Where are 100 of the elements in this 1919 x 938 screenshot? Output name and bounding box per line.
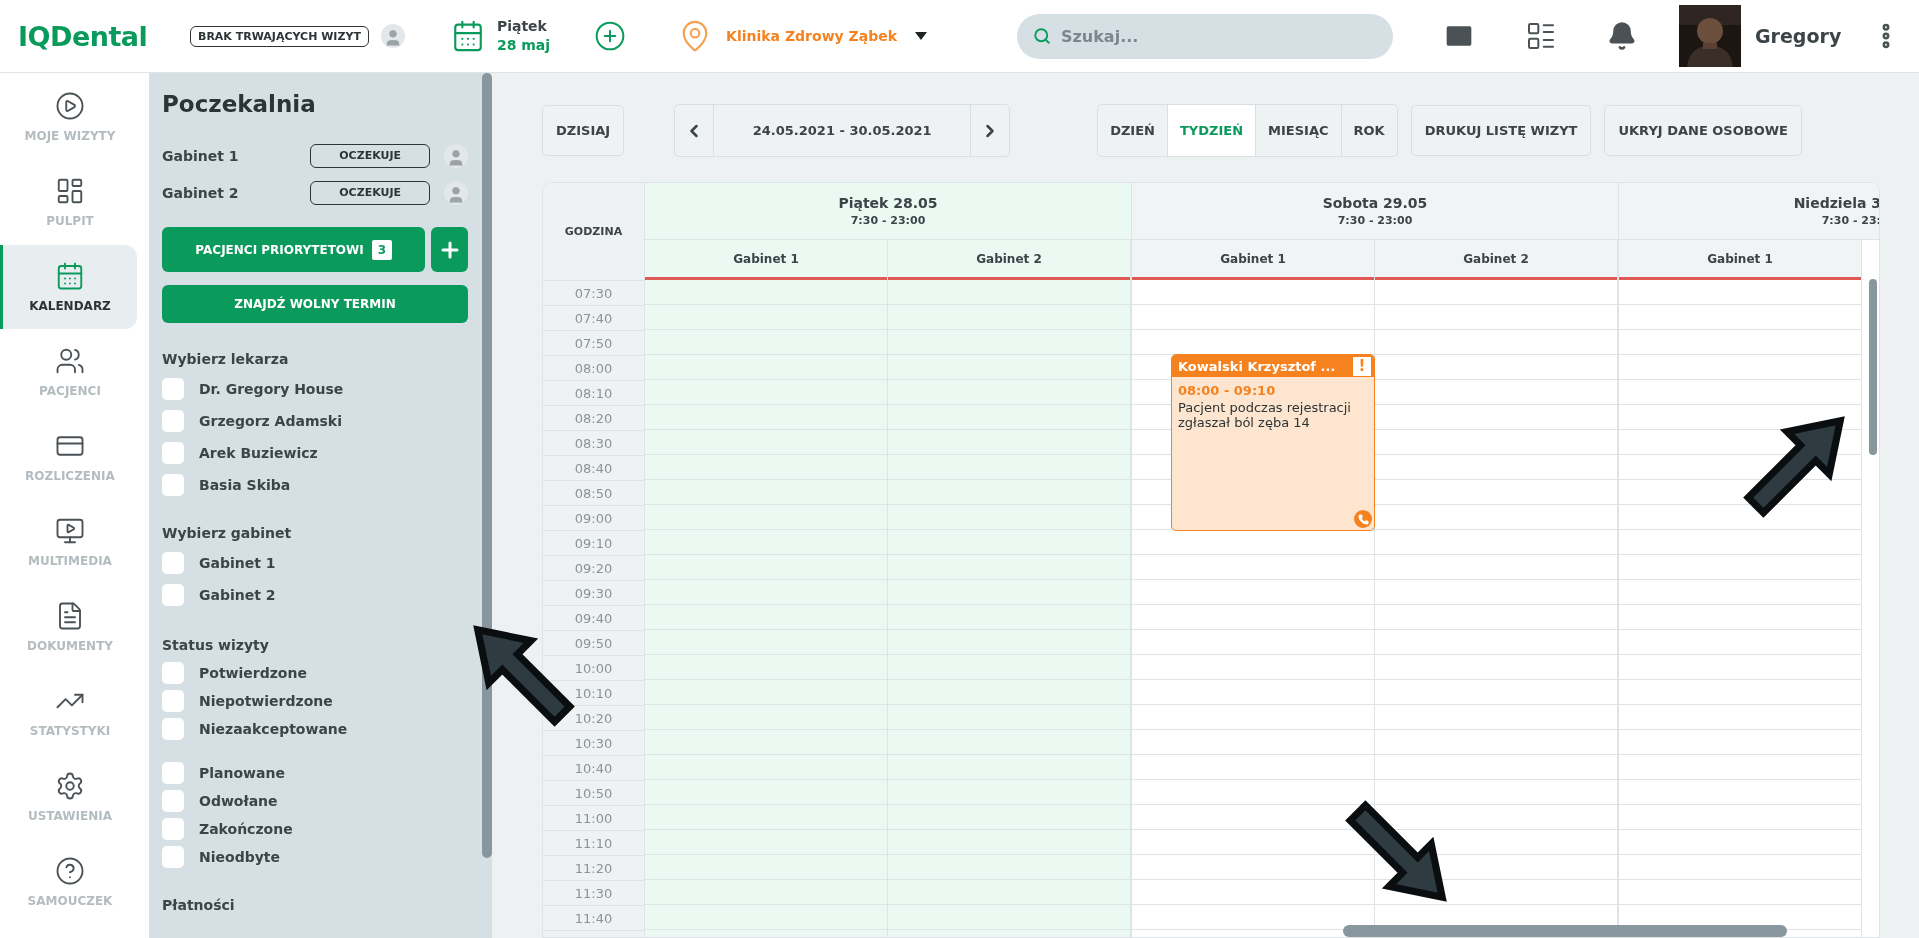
nav-item[interactable]: ROZLICZENIA: [0, 415, 137, 499]
day-hours: 7:30 - 23:: [1821, 214, 1879, 227]
checkbox[interactable]: [162, 718, 184, 740]
time-label: 09:10: [543, 531, 644, 556]
time-label: 11:00: [543, 806, 644, 831]
checkbox[interactable]: [162, 552, 184, 574]
help-icon: [55, 856, 85, 886]
checkbox-label: Nieodbyte: [199, 849, 280, 865]
time-label: 07:40: [543, 306, 644, 331]
checkbox-label: Planowane: [199, 765, 285, 781]
logo: IQDental: [18, 20, 149, 52]
scrollbar-thumb[interactable]: [1343, 925, 1787, 937]
nav-item[interactable]: SAMOUCZEK: [0, 840, 137, 924]
checkbox[interactable]: [162, 410, 184, 432]
appointment-note: Pacjent podczas rejestracji zgłaszał ból zęba 14: [1178, 400, 1352, 430]
scrollbar-thumb[interactable]: [482, 73, 492, 858]
find-slot-button[interactable]: ZNAJDŹ WOLNY TERMIN: [162, 285, 468, 323]
time-label: 10:30: [543, 731, 644, 756]
play-icon: [55, 91, 85, 121]
appointment-title: Kowalski Krzysztof ...: [1178, 358, 1336, 374]
appointment-time: 08:00 - 09:10: [1178, 383, 1277, 398]
nav-item[interactable]: KALENDARZ: [0, 245, 137, 329]
bell-icon[interactable]: [1607, 21, 1637, 51]
checkbox[interactable]: [162, 790, 184, 812]
day-title: Piątek 28.05: [838, 195, 938, 211]
time-label: 09:20: [543, 556, 644, 581]
nav-item[interactable]: PULPIT: [0, 160, 137, 244]
time-label: 10:50: [543, 781, 644, 806]
room-status: OCZEKUJE: [310, 180, 430, 205]
nav-item[interactable]: MOJE WIZYTY: [0, 75, 137, 159]
checkbox-label: Grzegorz Adamski: [199, 413, 342, 429]
time-label: 08:20: [543, 406, 644, 431]
time-label: 09:50: [543, 631, 644, 656]
checkbox[interactable]: [162, 846, 184, 868]
time-label: 11:10: [543, 831, 644, 856]
calendar-icon: [55, 261, 85, 291]
day-hours: 7:30 - 23:00: [1337, 214, 1413, 227]
count-badge: 3: [371, 239, 393, 260]
nav-item[interactable]: USTAWIENIA: [0, 755, 137, 839]
phone-icon: [1354, 510, 1372, 528]
room-name: Gabinet 1: [162, 147, 240, 164]
time-label: 09:40: [543, 606, 644, 631]
nav-item[interactable]: STATYSTYKI: [0, 670, 137, 754]
day-title: Sobota 29.05: [1322, 195, 1428, 211]
nav-item[interactable]: PACJENCI: [0, 330, 137, 414]
add-icon[interactable]: [594, 20, 627, 52]
room-header: Gabinet 2: [1375, 240, 1617, 280]
view-tab[interactable]: ROK: [1341, 105, 1397, 156]
time-label: 08:10: [543, 381, 644, 406]
column-header: GODZINA: [543, 183, 644, 281]
user-avatar-icon: [444, 143, 468, 168]
checkbox-label: Basia Skiba: [199, 477, 291, 493]
search-field[interactable]: Szukaj...: [1017, 13, 1393, 59]
nav-item[interactable]: MULTIMEDIA: [0, 500, 137, 584]
today-button[interactable]: DZISIAJ: [542, 105, 625, 156]
time-label: 08:30: [543, 431, 644, 456]
video-icon: [55, 516, 85, 546]
checkbox-label: Niepotwierdzone: [199, 693, 333, 709]
checkbox[interactable]: [162, 662, 184, 684]
checkbox[interactable]: [162, 584, 184, 606]
clinic-selector[interactable]: Klinika Zdrowy Ząbek: [726, 28, 897, 44]
search-icon: [1033, 26, 1051, 45]
time-label: 08:50: [543, 481, 644, 506]
caret-icon[interactable]: [915, 32, 927, 40]
time-label: 09:00: [543, 506, 644, 531]
checkbox[interactable]: [162, 762, 184, 784]
filter-heading: Wybierz gabinet: [162, 525, 293, 541]
user-name: Gregory: [1755, 25, 1842, 47]
room-header: Gabinet 1: [1132, 240, 1374, 280]
scrollbar-thumb[interactable]: [1869, 279, 1877, 455]
alert-flag: !: [1353, 356, 1371, 376]
list-icon[interactable]: [1525, 20, 1557, 52]
time-label: 07:50: [543, 331, 644, 356]
filter-heading: Wybierz lekarza: [162, 351, 290, 367]
time-label: 11:40: [543, 906, 644, 931]
checkbox[interactable]: [162, 818, 184, 840]
filter-heading: Status wizyty: [162, 637, 270, 653]
date: 28 maj: [496, 36, 551, 55]
hide-data-button[interactable]: UKRYJ DANE OSOBOWE: [1604, 105, 1802, 156]
checkbox[interactable]: [162, 474, 184, 496]
print-button[interactable]: DRUKUJ LISTĘ WIZYT: [1410, 105, 1592, 156]
checkbox-label: Potwierdzone: [199, 665, 307, 681]
checkbox[interactable]: [162, 442, 184, 464]
nav-item[interactable]: DOKUMENTY: [0, 585, 137, 669]
checkbox-label: Odwołane: [199, 793, 278, 809]
checkbox[interactable]: [162, 690, 184, 712]
user-avatar-icon: [380, 24, 405, 48]
view-tab[interactable]: TYDZIEŃ: [1168, 105, 1257, 156]
view-tab[interactable]: MIESIĄC: [1256, 105, 1342, 156]
time-label: 08:00: [543, 356, 644, 381]
priority-patients-button[interactable]: PACJENCI PRIORYTETOWI 3: [162, 227, 426, 272]
day-name: Piątek: [496, 17, 548, 36]
checkbox[interactable]: [162, 378, 184, 400]
filter-heading: Płatności: [162, 897, 236, 913]
appointment-card[interactable]: Kowalski Krzysztof ... ! 08:00 - 09:10 Pacjent podczas rejestracji zgłaszał ból zęba 14: [1171, 354, 1375, 531]
add-button[interactable]: [431, 227, 468, 272]
view-tab[interactable]: DZIEŃ: [1098, 105, 1168, 156]
time-label: 08:40: [543, 456, 644, 481]
checkbox-label: Gabinet 2: [199, 587, 276, 603]
time-label: 07:30: [543, 281, 644, 306]
